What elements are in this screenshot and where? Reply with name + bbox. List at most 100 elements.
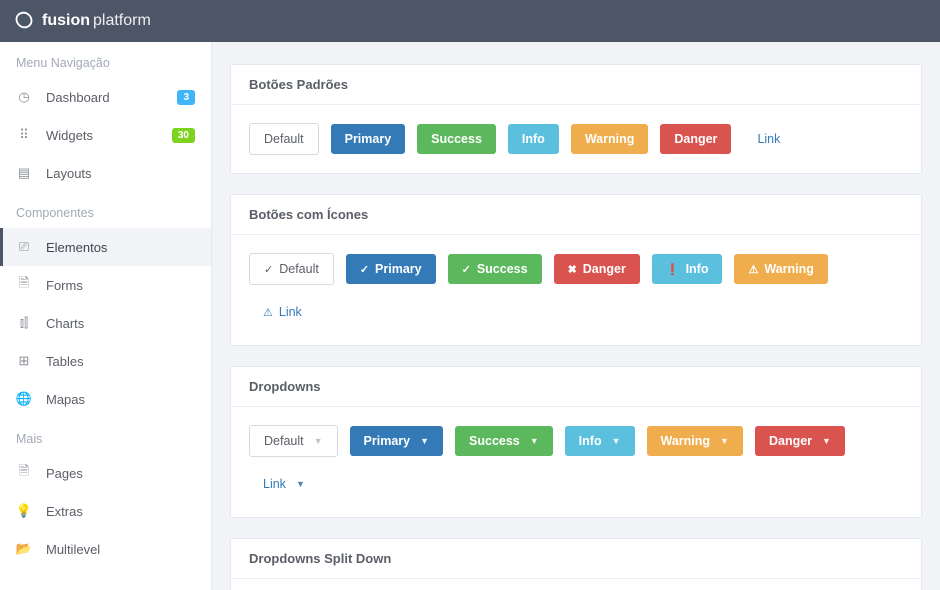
sidebar-item-mapas[interactable]: 🌐 Mapas [0,380,211,418]
button-label: Link [279,305,302,319]
nav-icon: ⠿ [16,127,32,143]
sidebar-item-widgets[interactable]: ⠿ Widgets30 [0,116,211,154]
sidebar-item-pages[interactable]: 🗎 Pages [0,454,211,492]
panel-title: Dropdowns [231,367,921,407]
button-label: Primary [375,262,422,276]
nav-icon: ⎚ [16,239,32,255]
nav-icon: 📂 [16,541,32,557]
button-label: Info [686,262,709,276]
button-icon: ✓ [264,263,273,276]
sidebar: Menu Navigação ◷ Dashboard3 ⠿ Widgets30 ▤ Layo… [0,42,212,590]
sidebar-item-dashboard[interactable]: ◷ Dashboard3 [0,78,211,116]
sidebar-item-charts[interactable]: ⫾⫿ Charts [0,304,211,342]
panel-dropdowns-split: Dropdowns Split Down Action▼Action▼Actio… [230,538,922,590]
caret-down-icon: ▼ [612,436,621,446]
dropdown-label: Primary [364,434,411,448]
icon-button-link[interactable]: ⚠ Link [249,297,316,327]
button-icon: ⚠ [748,263,758,276]
panel-title: Botões com Ícones [231,195,921,235]
nav-icon: 🗎 [16,465,32,481]
dropdown-link[interactable]: Link ▼ [249,469,319,499]
topbar: fusionplatform [0,0,940,42]
dropdown-label: Link [263,477,286,491]
button-label: Danger [583,262,626,276]
button-default[interactable]: Default [249,123,319,155]
nav-label: Dashboard [46,90,177,105]
sidebar-section-title: Mais [0,418,211,454]
nav-label: Charts [46,316,195,331]
dropdown-primary[interactable]: Primary ▼ [350,426,443,456]
sidebar-section-title: Menu Navigação [0,42,211,78]
dropdown-success[interactable]: Success ▼ [455,426,553,456]
panel-title: Botões Padrões [231,65,921,105]
sidebar-item-extras[interactable]: 💡 Extras [0,492,211,530]
sidebar-item-elementos[interactable]: ⎚ Elementos [0,228,211,266]
nav-label: Pages [46,466,195,481]
caret-down-icon: ▼ [296,479,305,489]
dropdown-label: Default [264,434,304,448]
panel-buttons-standard: Botões Padrões Default Primary Success Info… [230,64,922,174]
button-info[interactable]: Info [508,124,559,154]
nav-label: Layouts [46,166,195,181]
nav-icon: 🌐 [16,391,32,407]
main-content: Botões Padrões Default Primary Success Info… [212,42,940,590]
nav-icon: ◷ [16,89,32,105]
dropdown-label: Info [579,434,602,448]
button-primary[interactable]: Primary [331,124,406,154]
nav-badge: 30 [172,128,195,143]
nav-icon: ⊞ [16,353,32,369]
nav-icon: ▤ [16,165,32,181]
sidebar-item-multilevel[interactable]: 📂 Multilevel [0,530,211,568]
nav-icon: ⫾⫿ [16,315,32,331]
nav-label: Forms [46,278,195,293]
button-icon: ✓ [462,263,471,276]
panel-dropdowns: Dropdowns Default▼Primary▼Success▼Info▼W… [230,366,922,518]
button-label: Warning [764,262,814,276]
dropdown-danger[interactable]: Danger ▼ [755,426,845,456]
sidebar-section-title: Componentes [0,192,211,228]
dropdown-info[interactable]: Info ▼ [565,426,635,456]
button-icon: ✓ [360,263,369,276]
dropdown-label: Danger [769,434,812,448]
nav-icon: 🗎 [16,277,32,293]
caret-down-icon: ▼ [314,436,323,446]
icon-button-default[interactable]: ✓ Default [249,253,334,285]
panel-title: Dropdowns Split Down [231,539,921,579]
button-label: Default [279,262,319,276]
button-icon: ❗ [666,263,680,276]
brand-icon [14,10,34,33]
nav-label: Mapas [46,392,195,407]
dropdown-warning[interactable]: Warning ▼ [647,426,743,456]
dropdown-label: Warning [661,434,711,448]
button-link[interactable]: Link [743,124,794,154]
sidebar-item-forms[interactable]: 🗎 Forms [0,266,211,304]
panel-buttons-icons: Botões com Ícones ✓ Default ✓ Primary ✓ Succe… [230,194,922,346]
button-success[interactable]: Success [417,124,496,154]
sidebar-item-tables[interactable]: ⊞ Tables [0,342,211,380]
nav-icon: 💡 [16,503,32,519]
nav-label: Tables [46,354,195,369]
button-icon: ✖ [568,263,577,276]
caret-down-icon: ▼ [822,436,831,446]
button-danger[interactable]: Danger [660,124,731,154]
button-label: Success [477,262,528,276]
nav-label: Widgets [46,128,172,143]
button-warning[interactable]: Warning [571,124,649,154]
icon-button-danger[interactable]: ✖ Danger [554,254,640,284]
icon-button-info[interactable]: ❗ Info [652,254,723,284]
dropdown-label: Success [469,434,520,448]
caret-down-icon: ▼ [420,436,429,446]
nav-badge: 3 [177,90,195,105]
icon-button-warning[interactable]: ⚠ Warning [734,254,827,284]
caret-down-icon: ▼ [720,436,729,446]
icon-button-primary[interactable]: ✓ Primary [346,254,436,284]
brand-text: fusionplatform [42,12,151,30]
caret-down-icon: ▼ [530,436,539,446]
nav-label: Elementos [46,240,195,255]
nav-label: Multilevel [46,542,195,557]
nav-label: Extras [46,504,195,519]
dropdown-default[interactable]: Default ▼ [249,425,338,457]
sidebar-item-layouts[interactable]: ▤ Layouts [0,154,211,192]
button-icon: ⚠ [263,306,273,319]
icon-button-success[interactable]: ✓ Success [448,254,542,284]
